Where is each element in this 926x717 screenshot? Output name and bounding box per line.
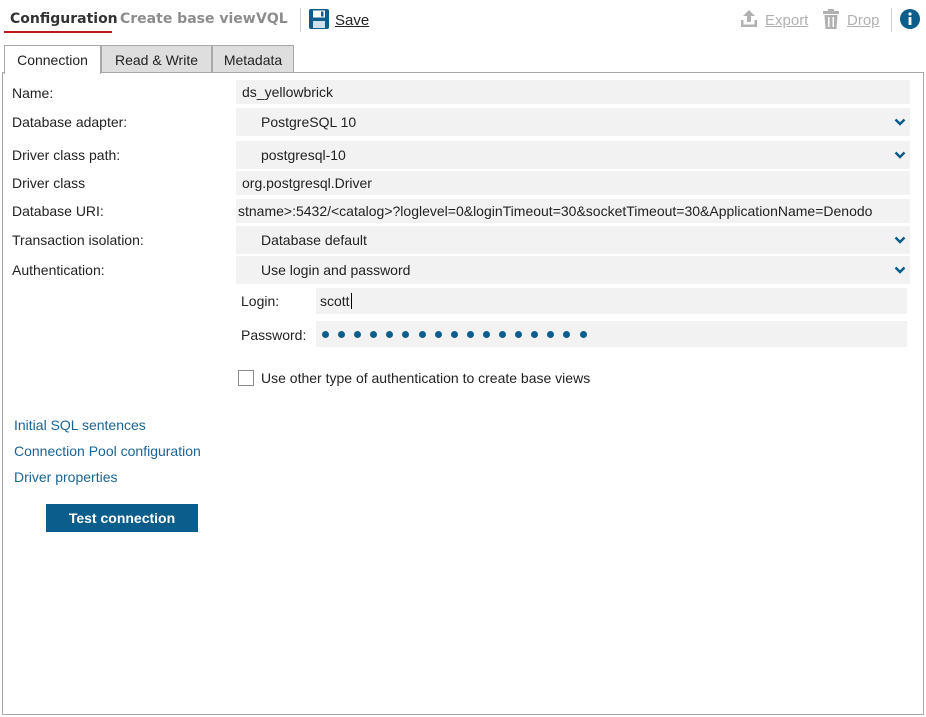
chevron-down-icon [894,151,906,159]
chevron-down-icon [894,266,906,274]
other-auth-label: Use other type of authentication to crea… [261,370,591,386]
login-input[interactable]: scott [316,288,907,314]
database-uri-value: stname>:5432/<catalog>?loglevel=0&loginT… [238,203,873,219]
driver-class-path-label: Driver class path: [12,147,121,163]
password-mask-dot [547,330,555,338]
transaction-isolation-label: Transaction isolation: [12,232,144,248]
password-mask-dot [563,330,571,338]
password-mask-dot [386,330,394,338]
other-auth-checkbox-row[interactable]: Use other type of authentication to crea… [238,370,590,386]
drop-label: Drop [847,11,880,29]
password-mask-dot [434,330,442,338]
driver-class-path-value: postgresql-10 [261,147,346,163]
transaction-isolation-select[interactable]: Database default [236,226,910,254]
save-button[interactable]: Save [308,6,369,34]
password-mask-dot [515,330,523,338]
name-input[interactable]: ds_yellowbrick [236,80,910,104]
password-mask-dot [354,330,362,338]
password-mask-dot [579,330,587,338]
test-connection-button[interactable]: Test connection [46,504,198,532]
database-uri-label: Database URI: [12,203,104,219]
tab-configuration[interactable]: Configuration [10,11,118,27]
password-mask-dot [402,330,410,338]
toolbar-divider [300,8,301,32]
tab-create-base-view[interactable]: Create base view [120,11,256,27]
info-icon [899,8,921,33]
driver-properties-link[interactable]: Driver properties [14,469,117,485]
password-mask-dot [338,330,346,338]
text-cursor [350,293,352,309]
top-toolbar: Configuration Create base view VQL Save … [0,0,926,40]
upload-icon [738,8,760,33]
export-label: Export [765,11,809,29]
active-tab-indicator [4,31,112,33]
driver-class-input[interactable]: org.postgresql.Driver [236,171,910,195]
login-value: scott [320,293,350,309]
driver-class-label: Driver class [12,175,86,191]
authentication-value: Use login and password [261,262,411,278]
password-input[interactable] [316,321,907,347]
password-mask-dot [482,330,490,338]
password-label: Password: [241,327,307,343]
other-auth-checkbox[interactable] [238,370,254,386]
chevron-down-icon [894,236,906,244]
floppy-disk-icon [308,8,330,33]
export-button[interactable]: Export [738,6,808,34]
name-value: ds_yellowbrick [242,84,334,100]
database-uri-input[interactable]: stname>:5432/<catalog>?loglevel=0&loginT… [236,199,910,223]
password-mask-dot [531,330,539,338]
connection-pool-link[interactable]: Connection Pool configuration [14,443,201,459]
chevron-down-icon [894,118,906,126]
toolbar-divider [891,8,892,32]
tab-connection[interactable]: Connection [4,45,101,74]
password-mask-dot [370,330,378,338]
trash-icon [820,8,842,33]
database-adapter-value: PostgreSQL 10 [261,114,357,130]
password-mask-dot [466,330,474,338]
password-mask-dot [450,330,458,338]
authentication-label: Authentication: [12,262,105,278]
driver-class-value: org.postgresql.Driver [242,175,372,191]
info-button[interactable] [899,6,921,34]
password-mask-dot [322,330,329,338]
save-label: Save [335,11,370,29]
tab-read-write[interactable]: Read & Write [101,45,212,73]
authentication-select[interactable]: Use login and password [236,256,910,284]
database-adapter-select[interactable]: PostgreSQL 10 [236,108,910,136]
password-mask [316,330,587,338]
name-label: Name: [12,85,54,101]
login-label: Login: [241,293,280,309]
tab-vql[interactable]: VQL [256,11,288,27]
initial-sql-link[interactable]: Initial SQL sentences [14,417,146,433]
driver-class-path-select[interactable]: postgresql-10 [236,141,910,169]
password-mask-dot [418,330,426,338]
database-adapter-label: Database adapter: [12,114,128,130]
tab-metadata[interactable]: Metadata [212,45,294,73]
drop-button[interactable]: Drop [820,6,880,34]
password-mask-dot [499,330,507,338]
transaction-isolation-value: Database default [261,232,367,248]
